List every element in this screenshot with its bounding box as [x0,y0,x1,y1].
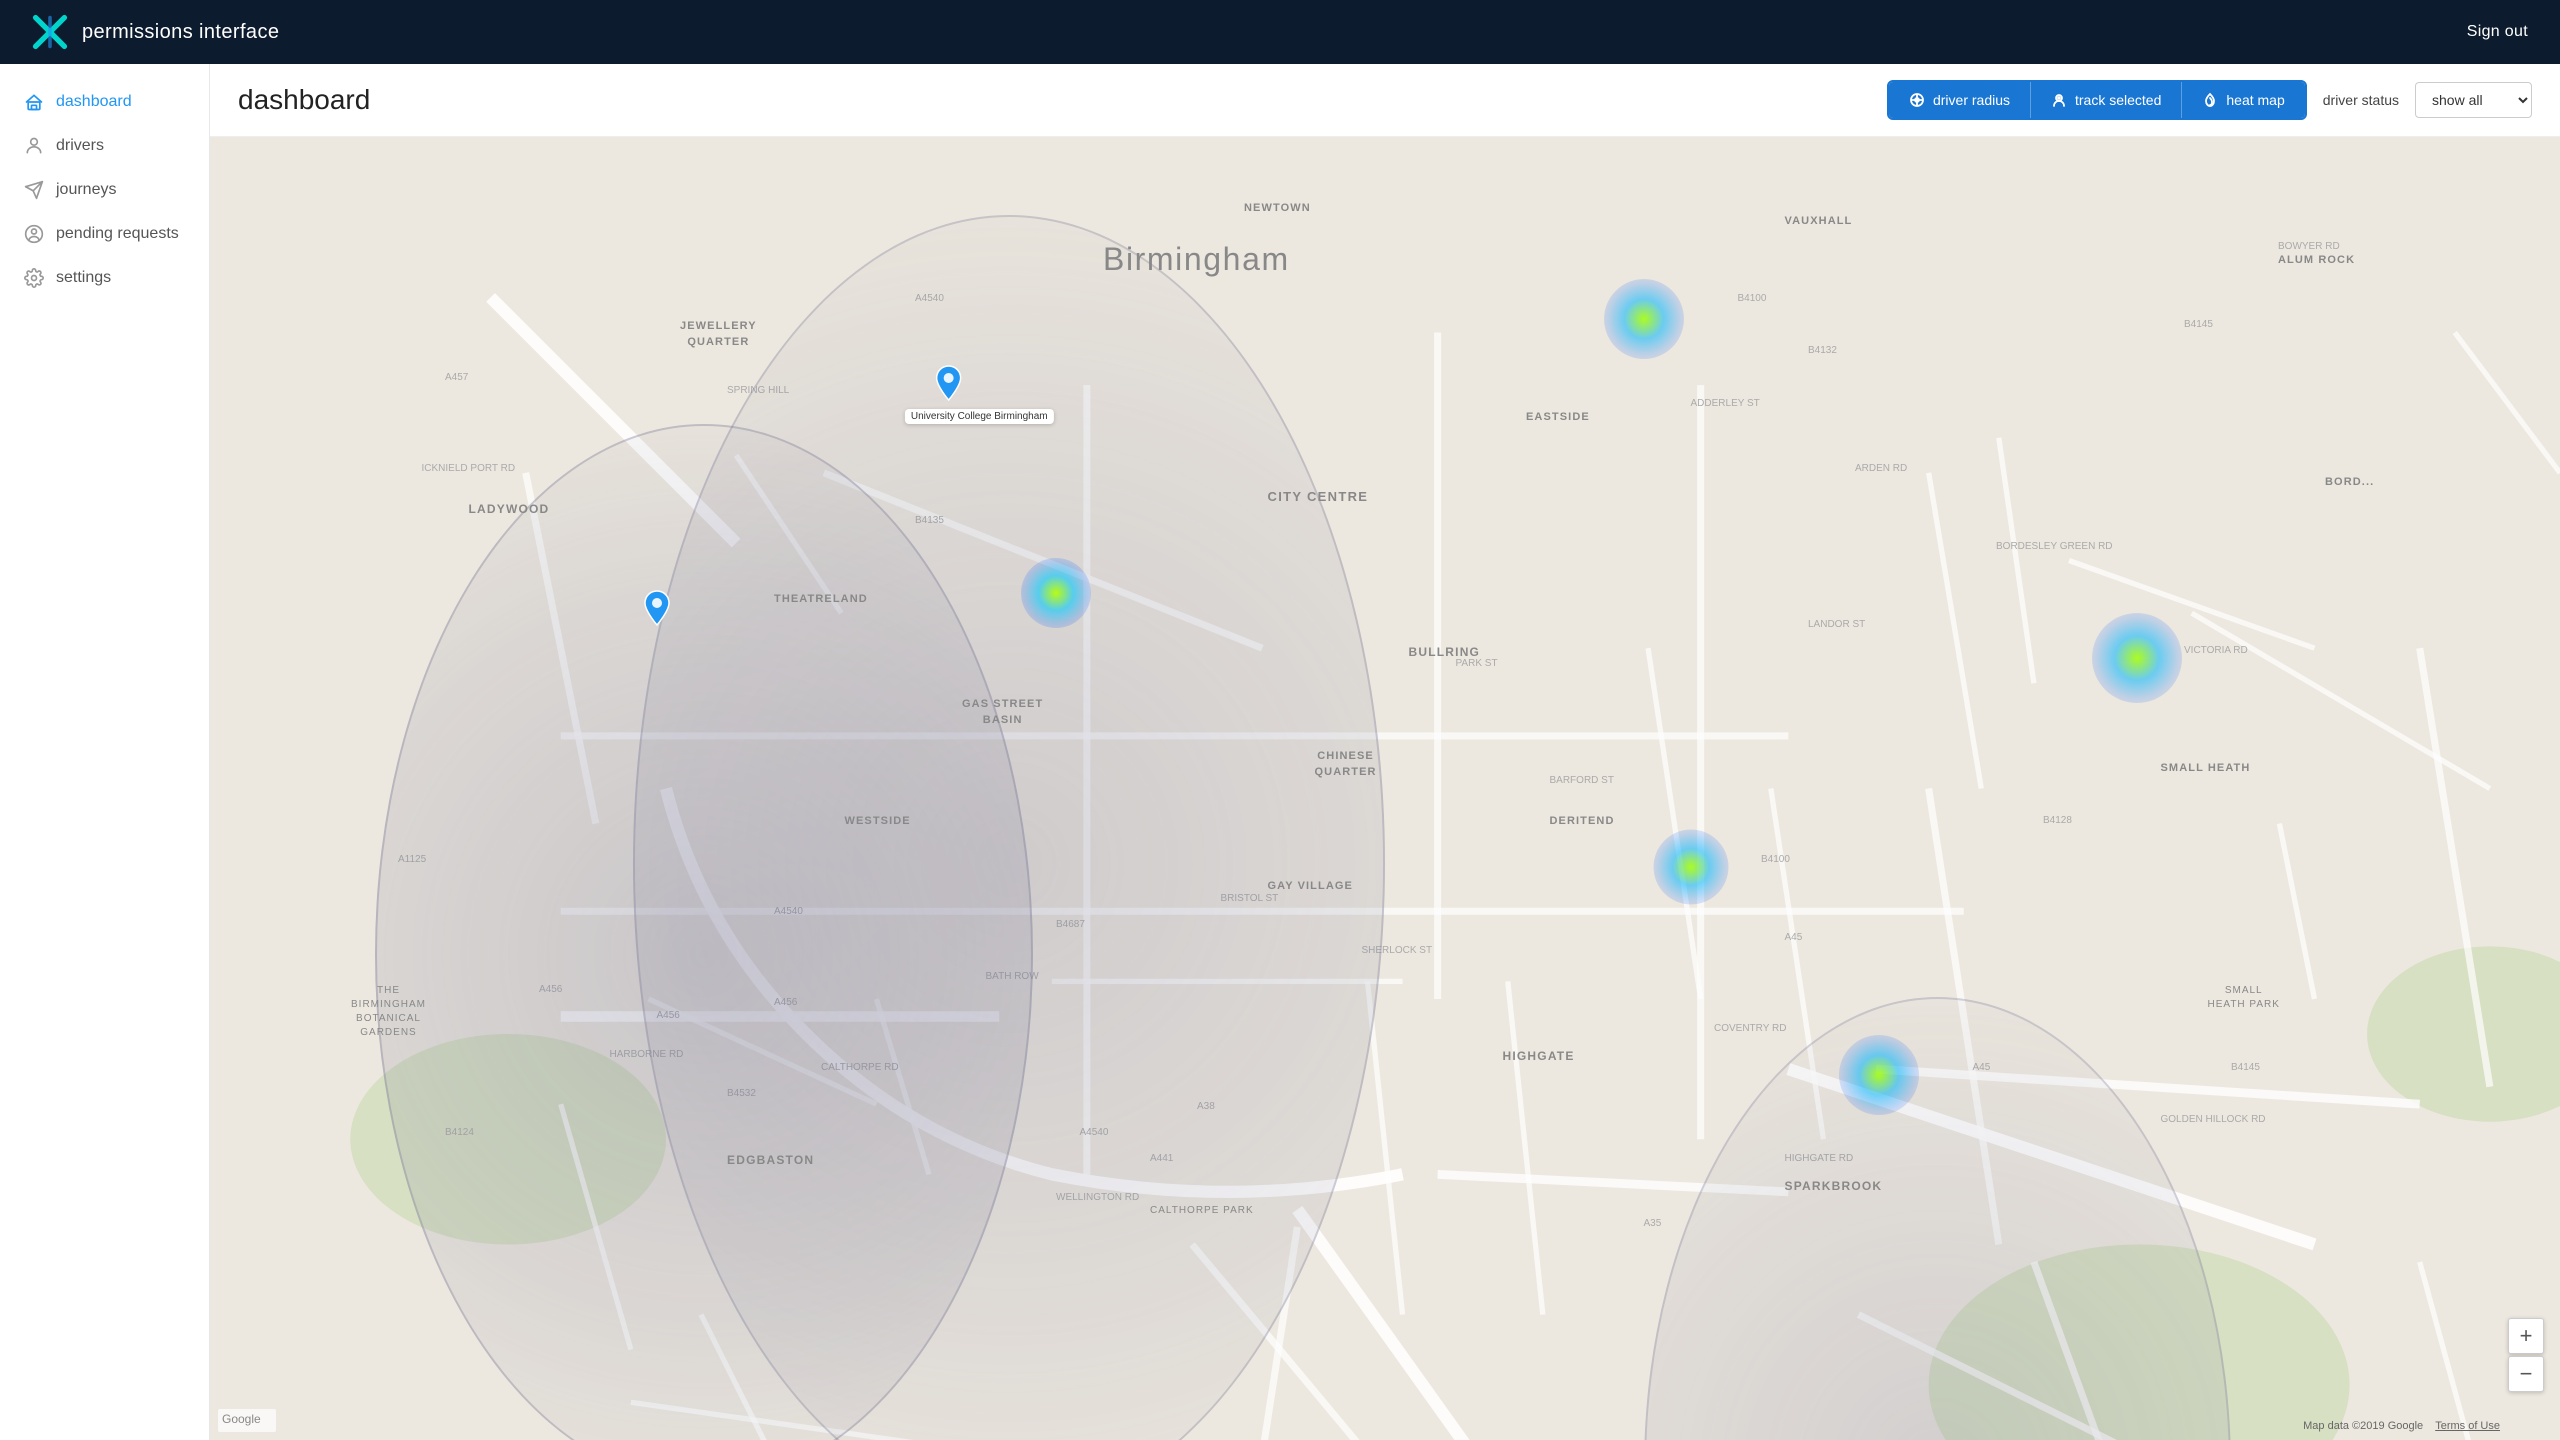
main-content: dashboard driver radius [210,64,2560,1440]
brand: permissions interface [32,14,279,50]
sidebar-label-drivers: drivers [56,137,104,155]
sidebar-item-settings[interactable]: settings [0,256,209,300]
zoom-in-button[interactable]: + [2508,1318,2544,1354]
track-selected-icon [2051,92,2067,108]
pin-icon-2 [643,589,671,627]
sign-out-button[interactable]: Sign out [2467,23,2528,41]
track-selected-label: track selected [2075,92,2161,108]
heat-map-button[interactable]: heat map [2182,82,2304,118]
driver-radius-icon [1909,92,1925,108]
svg-text:Google: Google [222,1412,261,1426]
layout: dashboard drivers journeys pendi [0,64,2560,1440]
driver-marker-2 [643,589,671,632]
app-title: permissions interface [82,21,279,44]
driver-status-label: driver status [2323,92,2399,108]
show-all-select[interactable]: show all online offline busy [2415,82,2532,118]
map-background [210,137,2560,1440]
driver-radius-label: driver radius [1933,92,2010,108]
map-data-text: Map data ©2019 Google [2303,1420,2423,1432]
person-icon [24,136,44,156]
track-selected-button[interactable]: track selected [2031,82,2182,118]
pin-icon-1 [935,364,963,402]
map-container[interactable]: A457 A456 A456 A456 B4124 B4532 A4540 A4… [210,137,2560,1440]
map-copyright: Map data ©2019 Google Terms of Use [2303,1420,2500,1432]
person-circle-icon [24,224,44,244]
toolbar: dashboard driver radius [210,64,2560,137]
sidebar-item-dashboard[interactable]: dashboard [0,80,209,124]
sidebar-label-settings: settings [56,269,111,287]
sidebar: dashboard drivers journeys pendi [0,64,210,1440]
brand-logo-icon [32,14,68,50]
driver-radius-button[interactable]: driver radius [1889,82,2031,118]
sidebar-label-journeys: journeys [56,181,116,199]
sidebar-item-pending-requests[interactable]: pending requests [0,212,209,256]
sidebar-item-journeys[interactable]: journeys [0,168,209,212]
driver-tooltip-1: University College Birmingham [911,411,1048,422]
sidebar-item-drivers[interactable]: drivers [0,124,209,168]
driver-marker-1: University College Birmingham [935,364,1084,424]
header: permissions interface Sign out [0,0,2560,64]
page-title: dashboard [238,84,370,116]
home-icon [24,92,44,112]
terms-of-use-link[interactable]: Terms of Use [2435,1420,2500,1432]
google-attribution: Google [218,1409,276,1432]
zoom-out-button[interactable]: − [2508,1356,2544,1392]
heat-map-label: heat map [2226,92,2284,108]
send-icon [24,180,44,200]
heat-map-icon [2202,92,2218,108]
sidebar-label-dashboard: dashboard [56,93,132,111]
zoom-controls: + − [2508,1318,2544,1392]
sidebar-label-pending-requests: pending requests [56,225,179,243]
google-logo-icon: Google [222,1411,272,1427]
gear-icon [24,268,44,288]
map-toggle-group: driver radius track selected heat m [1887,80,2307,120]
